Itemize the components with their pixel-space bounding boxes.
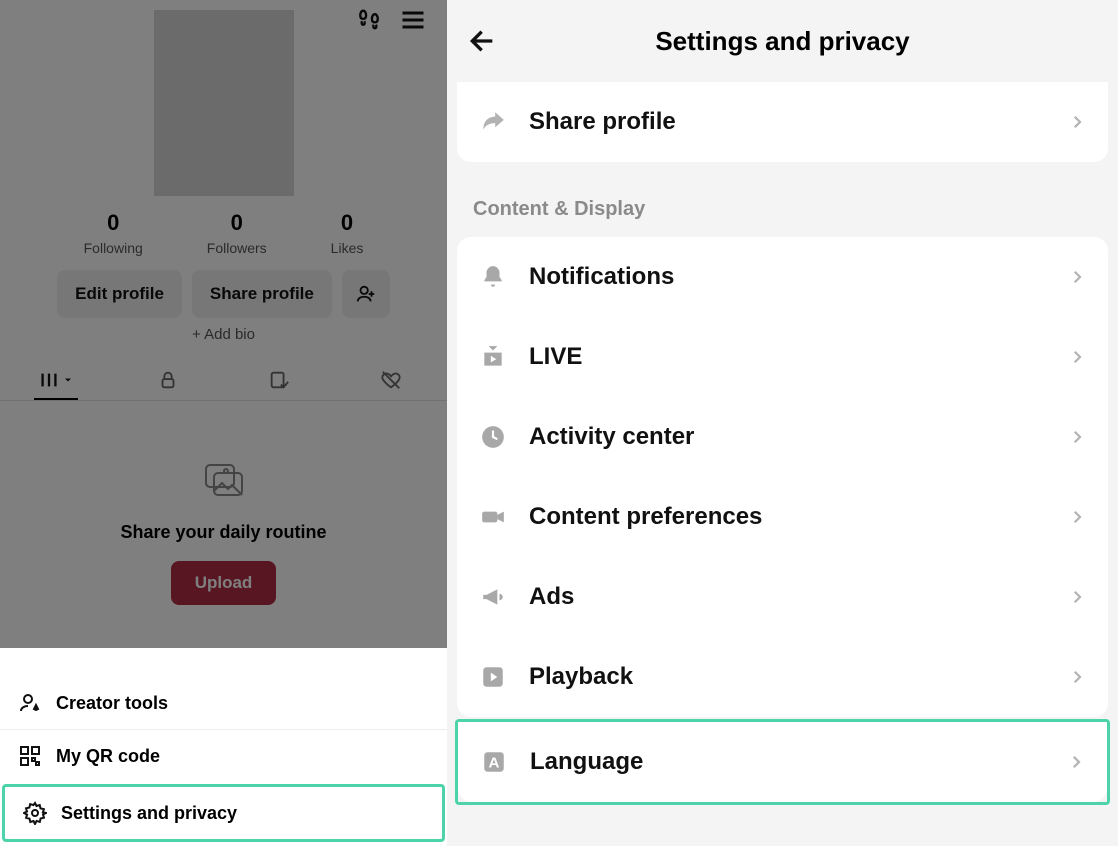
chevron-right-icon: [1068, 348, 1086, 366]
chevron-right-icon: [1068, 268, 1086, 286]
clock-icon: [479, 423, 507, 451]
sheet-label: My QR code: [56, 746, 160, 767]
card-account-bottom: Share profile: [457, 82, 1108, 162]
modal-backdrop[interactable]: [0, 0, 447, 648]
item-share-profile[interactable]: Share profile: [457, 82, 1108, 162]
item-label: Ads: [529, 583, 1086, 611]
page-title: Settings and privacy: [447, 26, 1118, 57]
sheet-item-qr-code[interactable]: My QR code: [0, 729, 447, 782]
item-content-preferences[interactable]: Content preferences: [457, 477, 1108, 557]
language-icon: A: [480, 748, 508, 776]
bell-icon: [479, 263, 507, 291]
item-label: Share profile: [529, 108, 1086, 136]
qr-icon: [18, 744, 42, 768]
item-label: Activity center: [529, 423, 1086, 451]
megaphone-icon: [479, 583, 507, 611]
sheet-item-settings[interactable]: Settings and privacy: [2, 784, 445, 842]
sheet-label: Creator tools: [56, 693, 168, 714]
item-language[interactable]: A Language: [458, 722, 1107, 802]
item-activity-center[interactable]: Activity center: [457, 397, 1108, 477]
creator-icon: [18, 691, 42, 715]
item-label: Playback: [529, 663, 1086, 691]
chevron-right-icon: [1068, 508, 1086, 526]
video-icon: [479, 503, 507, 531]
section-header: Content & Display: [447, 162, 1118, 237]
share-icon: [479, 108, 507, 136]
item-label: Language: [530, 748, 1085, 776]
gear-icon: [23, 801, 47, 825]
profile-screen: 0 Following 0 Followers 0 Likes Edit pro…: [0, 0, 447, 846]
back-button[interactable]: [467, 25, 499, 57]
play-icon: [479, 663, 507, 691]
chevron-right-icon: [1067, 753, 1085, 771]
item-playback[interactable]: Playback: [457, 637, 1108, 717]
chevron-right-icon: [1068, 428, 1086, 446]
card-content-display: Notifications LIVE Activity center Conte…: [457, 237, 1108, 717]
live-icon: [479, 343, 507, 371]
item-notifications[interactable]: Notifications: [457, 237, 1108, 317]
settings-screen: Settings and privacy Share profile Conte…: [447, 0, 1118, 846]
sheet-item-creator-tools[interactable]: Creator tools: [0, 677, 447, 729]
settings-header: Settings and privacy: [447, 0, 1118, 82]
chevron-right-icon: [1068, 113, 1086, 131]
item-ads[interactable]: Ads: [457, 557, 1108, 637]
bottom-sheet: Creator tools My QR code Settings and pr…: [0, 661, 447, 846]
chevron-right-icon: [1068, 588, 1086, 606]
item-label: Notifications: [529, 263, 1086, 291]
item-live[interactable]: LIVE: [457, 317, 1108, 397]
item-label: Content preferences: [529, 503, 1086, 531]
highlight-language: A Language: [455, 719, 1110, 805]
svg-text:A: A: [489, 754, 500, 771]
item-label: LIVE: [529, 343, 1086, 371]
sheet-label: Settings and privacy: [61, 803, 237, 824]
chevron-right-icon: [1068, 668, 1086, 686]
